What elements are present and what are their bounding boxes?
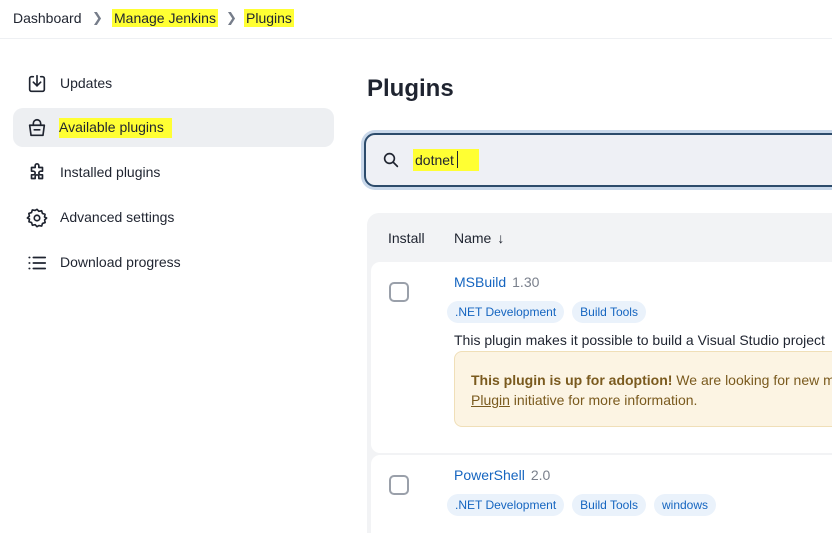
chevron-right-icon: ❯ [226, 10, 237, 25]
tag-link[interactable]: .NET Development [447, 301, 565, 323]
breadcrumb-plugins[interactable]: Plugins [244, 9, 294, 27]
adoption-notice-line2: Plugin initiative for more information. [471, 392, 697, 408]
tag-link[interactable]: Build Tools [572, 494, 646, 516]
page-title: Plugins [367, 75, 454, 102]
breadcrumb-manage-jenkins[interactable]: Manage Jenkins [112, 9, 218, 27]
plugin-tags: .NET Development Build Tools [447, 301, 646, 323]
adoption-notice-bold: This plugin is up for adoption! [471, 372, 673, 388]
install-checkbox[interactable] [389, 282, 409, 302]
sidebar-item-download-progress[interactable]: Download progress [13, 243, 334, 282]
tag-link[interactable]: .NET Development [447, 494, 565, 516]
plugin-name: PowerShell [454, 467, 525, 483]
sidebar-item-label: Advanced settings [60, 209, 175, 225]
plugin-version: 1.30 [512, 274, 540, 290]
sidebar-item-installed-plugins[interactable]: Installed plugins [13, 153, 334, 192]
plugin-name: MSBuild [454, 274, 507, 290]
plugin-description: This plugin makes it possible to build a… [454, 332, 825, 348]
table-row: PowerShell 2.0 .NET Development Build Too… [371, 455, 832, 555]
puzzle-icon [26, 162, 48, 184]
tag-link[interactable]: Build Tools [572, 301, 646, 323]
search-box[interactable] [364, 133, 832, 187]
sidebar-item-label: Available plugins [59, 118, 172, 138]
gear-icon [26, 207, 48, 229]
table-row: MSBuild 1.30 .NET Development Build Tools… [371, 262, 832, 453]
text-cursor [457, 151, 458, 168]
breadcrumb-dashboard[interactable]: Dashboard [11, 9, 84, 27]
sort-arrow-icon: ↓ [497, 230, 505, 246]
list-icon [26, 252, 48, 274]
sidebar-item-updates[interactable]: Updates [13, 64, 334, 103]
column-header-install: Install [388, 230, 425, 246]
sidebar-item-label: Updates [60, 75, 113, 91]
plugin-name-link[interactable]: MSBuild 1.30 [454, 274, 539, 290]
adoption-notice-line1: This plugin is up for adoption! We are l… [471, 372, 832, 388]
plugin-tags: .NET Development Build Tools windows [447, 494, 717, 516]
plugin-version: 2.0 [530, 467, 551, 483]
column-header-name-label: Name [454, 230, 492, 246]
search-icon [382, 151, 400, 169]
adoption-notice: This plugin is up for adoption! We are l… [454, 351, 832, 427]
plugins-table: Install Name ↓ MSBuild 1.30 .NET Developme… [367, 213, 832, 555]
adoption-notice-text: We are looking for new m [672, 372, 832, 388]
column-header-name[interactable]: Name ↓ [454, 230, 504, 246]
plugin-name-link[interactable]: PowerShell 2.0 [454, 467, 550, 483]
sidebar-item-available-plugins[interactable]: Available plugins [13, 108, 334, 147]
sidebar-item-advanced-settings[interactable]: Advanced settings [13, 198, 334, 237]
shopping-bag-icon [26, 117, 48, 139]
adoption-notice-after: initiative for more information. [509, 392, 698, 408]
install-checkbox[interactable] [389, 475, 409, 495]
sidebar-item-label: Download progress [60, 254, 181, 270]
breadcrumb: Dashboard ❯ Manage Jenkins ❯ Plugins [0, 0, 832, 39]
search-input[interactable] [413, 149, 795, 171]
adopt-plugin-link[interactable]: Plugin [471, 392, 510, 408]
tag-link[interactable]: windows [653, 494, 717, 516]
chevron-right-icon: ❯ [92, 10, 103, 25]
download-icon [26, 73, 48, 95]
sidebar-item-label: Installed plugins [60, 164, 161, 180]
